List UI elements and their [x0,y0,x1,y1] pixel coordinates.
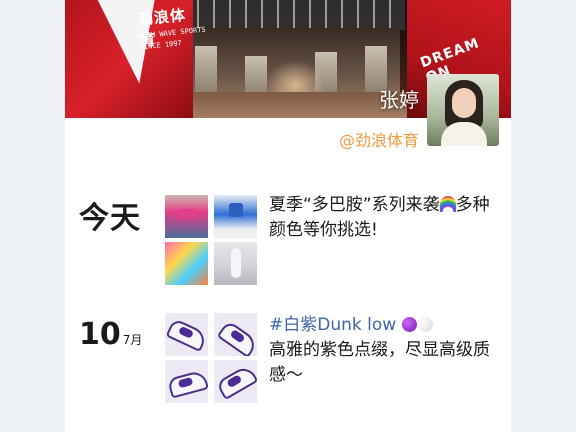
post-image-grid[interactable] [165,313,257,403]
post-date: 10 7月 [79,317,142,352]
post-image[interactable] [214,360,257,403]
sneaker-icon [215,363,257,401]
post-image[interactable] [165,242,208,285]
moments-page: 劲浪体育 HIGH WAVE SPORTS SINCE 1997 DREAM O… [65,0,511,432]
profile-signature: @劲浪体育 [338,131,419,150]
sneaker-icon [165,317,208,353]
post-date-month: 7月 [122,333,143,347]
sneaker-icon [216,319,257,356]
sneaker-icon [167,369,208,399]
post-text[interactable]: #白紫Dunk low 高雅的紫色点缀，尽显高级质感～ [269,313,499,388]
post-image[interactable] [165,360,208,403]
post-text[interactable]: 夏季“多巴胺”系列来袭 多种颜色等你挑选! [269,193,499,243]
avatar-face [452,88,476,118]
avatar[interactable] [427,74,499,146]
post-image[interactable] [214,242,257,285]
white-circle-emoji-icon [417,317,433,332]
post-image[interactable] [214,313,257,356]
post-text-part: 高雅的紫色点缀，尽显高级质感～ [269,340,490,385]
cover-brand-sign: 劲浪体育 HIGH WAVE SPORTS SINCE 1997 [65,0,206,118]
post-date: 今天 [79,201,141,236]
cover-ceiling [175,0,405,30]
rainbow-emoji-icon [439,196,456,212]
post-image[interactable] [165,313,208,356]
post-image[interactable] [214,195,257,238]
post-text-part: 夏季“多巴胺”系列来袭 [269,195,440,215]
post-date-day: 10 [79,317,121,352]
post-image[interactable] [165,195,208,238]
profile-name: 张婷 [379,88,419,112]
post-image-grid[interactable] [165,195,257,285]
post-hashtag[interactable]: #白紫Dunk low [269,315,396,335]
purple-circle-emoji-icon [401,317,417,332]
